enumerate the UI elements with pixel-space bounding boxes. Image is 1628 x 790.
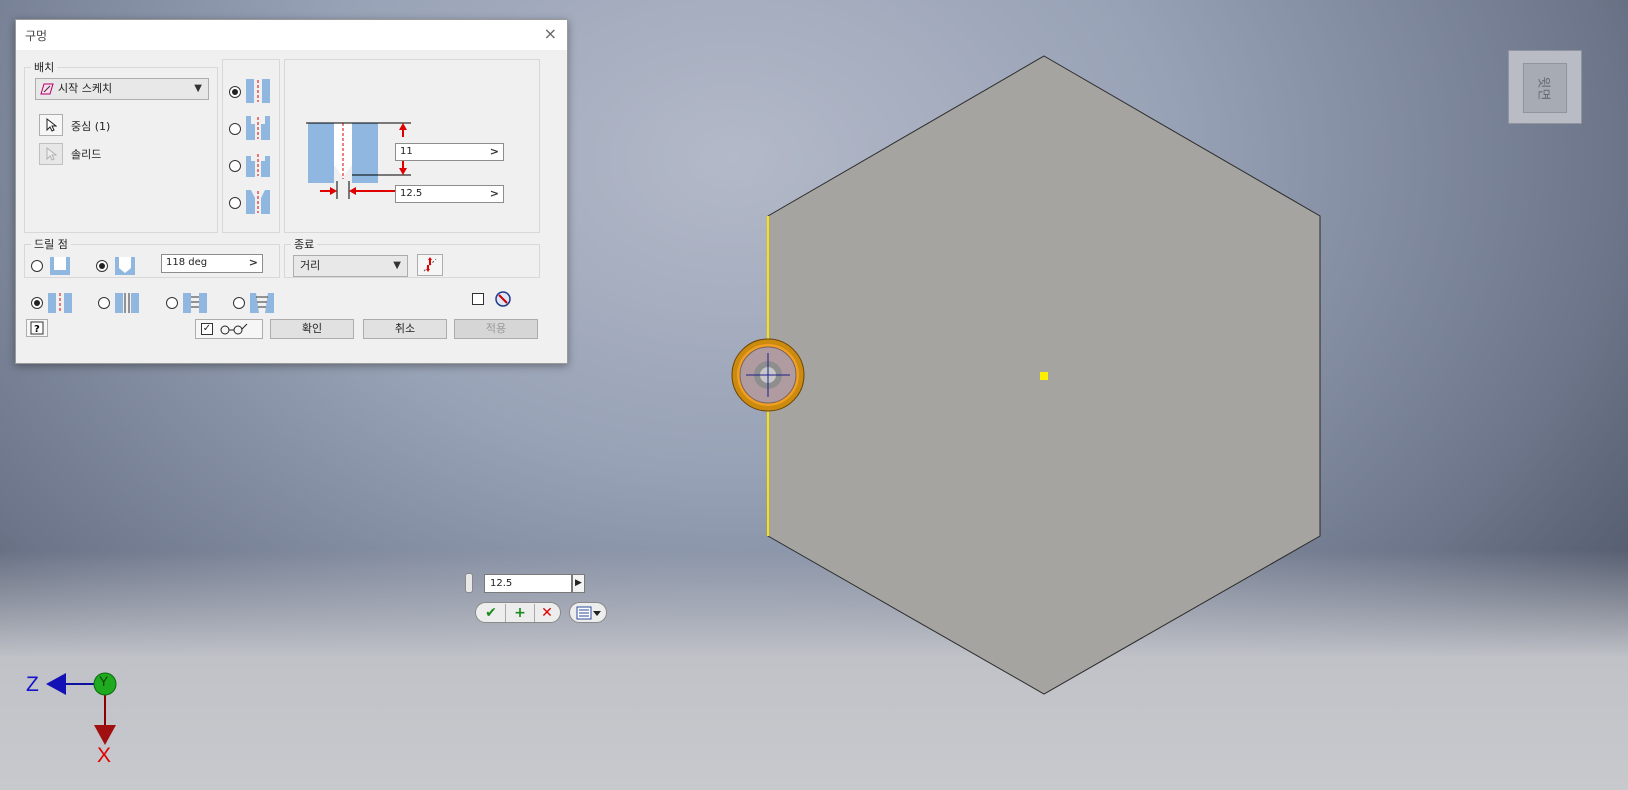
triad-y-label: Y [99,673,109,689]
svg-text:?: ? [34,324,40,335]
placement-type-select[interactable]: 시작 스케치 ▼ [35,78,209,100]
close-icon[interactable]: × [544,24,557,43]
taper-tapped-icon [250,293,274,313]
thread-simple-radio[interactable] [31,297,43,309]
termination-value: 거리 [300,259,321,272]
center-select-button[interactable] [39,114,63,136]
viewcube[interactable]: 윗면 [1508,50,1582,124]
mini-toolbar-arrow-button[interactable]: ▶ [572,574,585,593]
triad-z-label: Z [26,673,39,696]
cancel-button[interactable]: 취소 [363,319,447,339]
ok-check-icon[interactable]: ✔ [477,604,505,622]
countersink-icon [246,190,270,214]
hole-type-countersink-radio[interactable] [229,197,241,209]
chevron-right-icon[interactable]: > [490,186,499,202]
options-menu-icon [576,606,601,620]
drill-angle-value: 118 deg [166,257,208,268]
tapped-hole-icon [183,293,207,313]
hole-type-spotface-radio[interactable] [229,160,241,172]
option-checkbox[interactable] [472,293,484,305]
angled-drill-point-icon [115,257,135,275]
preview-checkbox[interactable]: ✓ [201,323,213,335]
hole-dialog: 구멍 × 배치 시작 스케치 ▼ 중심 (1) 솔리드 11 > 12.5 > … [15,19,568,364]
cancel-x-icon[interactable]: ✕ [533,604,561,622]
viewcube-face-label: 윗면 [1535,76,1551,100]
placement-type-value: 시작 스케치 [58,82,113,95]
apply-plus-icon[interactable]: + [505,604,535,622]
cursor-arrow-icon [46,147,57,161]
sketch-icon [40,83,54,95]
dialog-title: 구멍 [25,29,48,43]
hole-type-counterbore-radio[interactable] [229,123,241,135]
termination-legend: 종료 [294,238,315,251]
solid-select-button[interactable] [39,143,63,165]
chevron-right-icon[interactable]: > [249,255,258,271]
viewcube-top-face[interactable]: 윗면 [1523,63,1567,113]
center-point-marker[interactable] [1040,372,1048,380]
drill-point-angle-radio[interactable] [96,260,108,272]
mini-toolbar-value-input[interactable]: 12.5 [484,574,572,593]
chevron-down-icon: ▼ [194,83,202,94]
thread-taper-radio[interactable] [233,297,245,309]
glasses-icon [220,323,248,335]
drill-angle-input[interactable]: 118 deg > [161,254,263,273]
mini-toolbar-value: 12.5 [490,578,513,589]
drill-point-flat-radio[interactable] [31,260,43,272]
no-direction-icon[interactable] [494,290,512,308]
clearance-hole-icon [115,293,139,313]
ok-button[interactable]: 확인 [270,319,354,339]
thread-tapped-radio[interactable] [166,297,178,309]
flat-drill-point-icon [50,257,70,275]
drill-point-legend: 드릴 점 [34,238,68,251]
termination-select[interactable]: 거리 ▼ [293,255,408,277]
depth-value: 11 [400,146,413,157]
cursor-arrow-icon [46,118,57,132]
simple-hole-icon [246,79,270,103]
center-label: 중심 (1) [71,120,111,133]
dialog-titlebar[interactable]: 구멍 × [16,20,567,50]
spotface-icon [246,154,270,177]
hole-preview[interactable] [731,338,805,412]
diameter-value: 12.5 [400,188,423,199]
help-icon: ? [30,321,44,335]
chevron-down-icon: ▼ [393,260,401,271]
triad-x-label: X [97,744,112,767]
mini-toolbar-actions: ✔ + ✕ [475,602,561,623]
chevron-right-icon[interactable]: > [490,144,499,160]
placement-legend: 배치 [34,61,55,74]
solid-label: 솔리드 [71,148,102,161]
hole-type-simple-radio[interactable] [229,86,241,98]
preview-toggle[interactable]: ✓ [195,319,263,339]
diameter-input[interactable]: 12.5 > [395,185,504,203]
apply-button[interactable]: 적용 [454,319,538,339]
help-button[interactable]: ? [26,319,48,337]
thread-clearance-radio[interactable] [98,297,110,309]
mini-toolbar-grip[interactable] [465,573,473,593]
flip-arrow-icon [423,257,437,272]
simple-hole-thread-icon [48,293,72,313]
depth-input[interactable]: 11 > [395,143,504,161]
mini-toolbar-options-button[interactable] [569,602,607,623]
counterbore-icon [246,116,270,140]
flip-direction-button[interactable] [417,254,443,276]
